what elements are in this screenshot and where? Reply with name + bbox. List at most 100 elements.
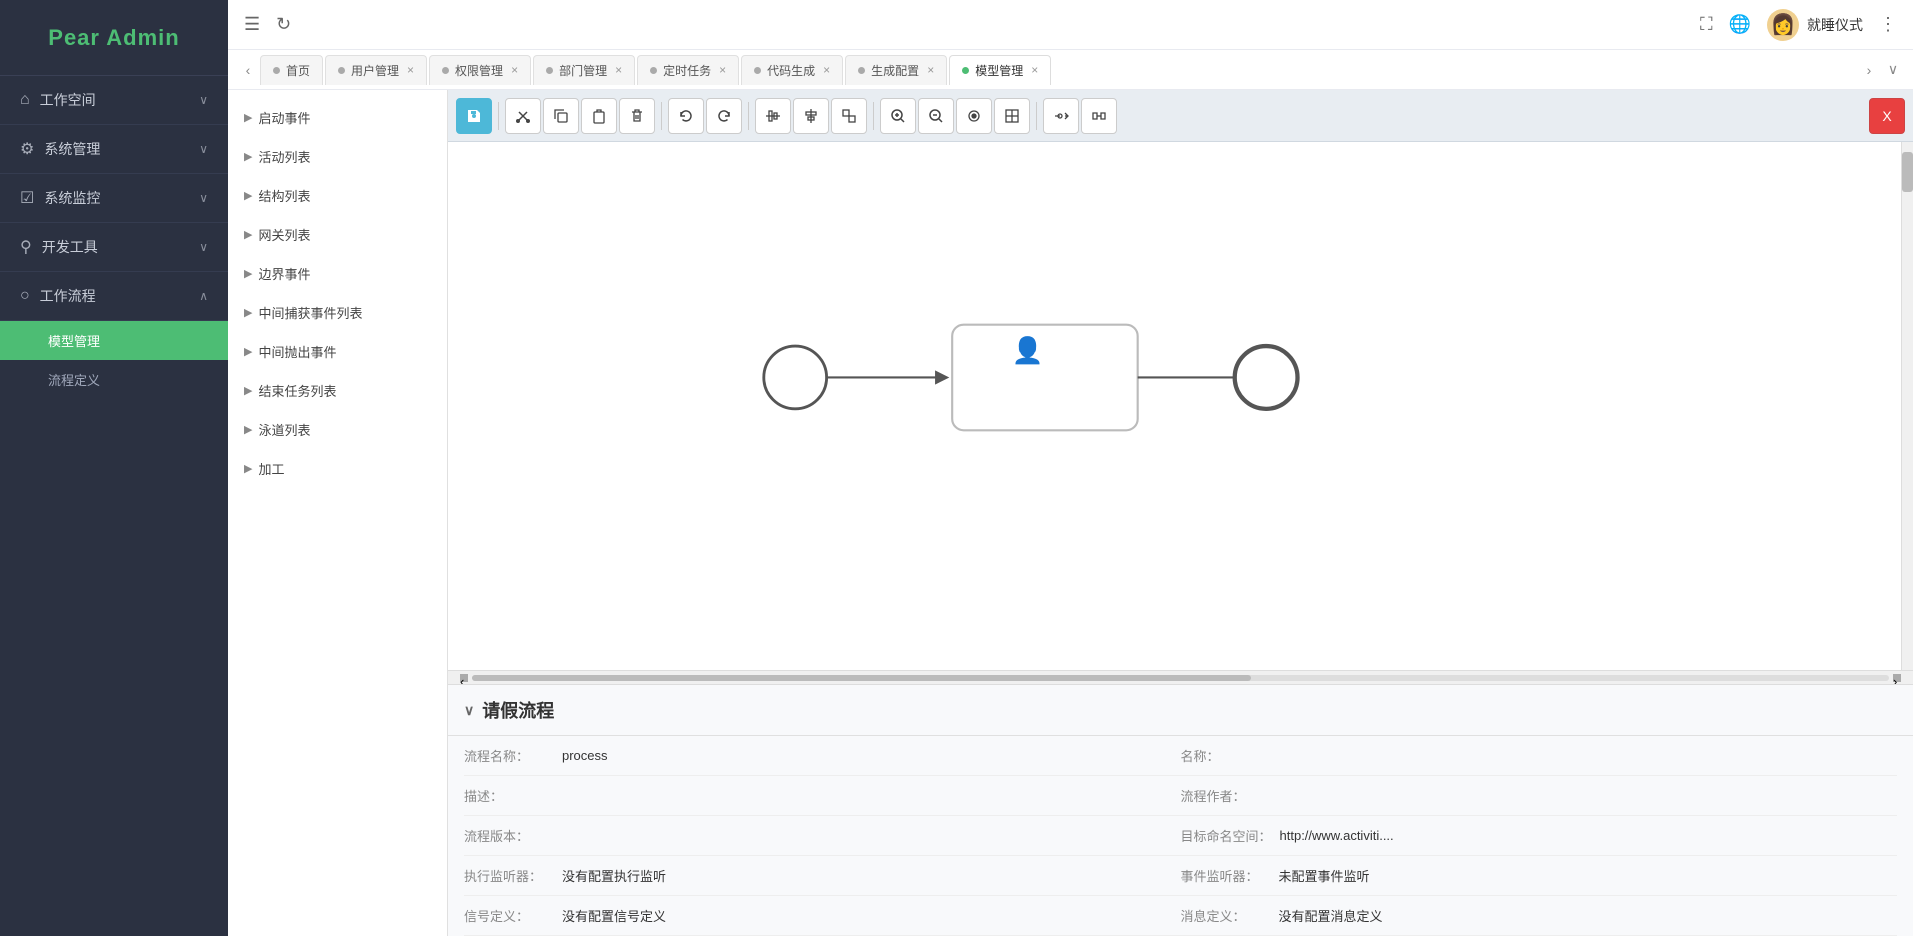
props-value-eventlistener: 未配置事件监听 bbox=[1279, 866, 1370, 885]
element-start-event[interactable]: ▶ 启动事件 bbox=[228, 98, 447, 137]
close-button[interactable]: X bbox=[1869, 98, 1905, 134]
zoom-in-button[interactable] bbox=[880, 98, 916, 134]
sidebar-item-sys-mgmt[interactable]: ⚙ 系统管理 ∨ bbox=[0, 125, 228, 174]
sep5 bbox=[1036, 102, 1037, 130]
props-label-title: 名称： bbox=[1181, 746, 1271, 765]
props-label-eventlistener: 事件监听器： bbox=[1181, 866, 1271, 885]
sidebar-item-workspace[interactable]: ⌂ 工作空间 ∨ bbox=[0, 76, 228, 125]
toolbar: X bbox=[448, 90, 1913, 142]
hscroll-thumb[interactable] bbox=[472, 675, 1251, 681]
element-structure-list[interactable]: ▶ 结构列表 bbox=[228, 176, 447, 215]
sys-mgmt-label: 系统管理 bbox=[44, 139, 100, 159]
undo-button[interactable] bbox=[668, 98, 704, 134]
props-label-message: 消息定义： bbox=[1181, 906, 1271, 925]
workspace-chevron: ∨ bbox=[199, 93, 208, 107]
paste-button[interactable] bbox=[581, 98, 617, 134]
diagram-svg: 👤 bbox=[448, 142, 1913, 670]
tab-dot-perm bbox=[442, 67, 449, 74]
flow2-button[interactable] bbox=[1081, 98, 1117, 134]
sep2 bbox=[661, 102, 662, 130]
refresh-icon[interactable]: ↻ bbox=[276, 14, 291, 35]
tab-dept-label: 部门管理 bbox=[559, 62, 607, 79]
tab-close-dept[interactable]: × bbox=[615, 63, 622, 77]
tab-perm-mgmt[interactable]: 权限管理 × bbox=[429, 55, 531, 85]
tab-next-button[interactable]: › bbox=[1857, 50, 1881, 90]
align-h-button[interactable] bbox=[755, 98, 791, 134]
sidebar-item-model-mgmt[interactable]: 模型管理 bbox=[0, 321, 228, 360]
globe-icon[interactable]: 🌐 bbox=[1729, 14, 1751, 35]
tab-close-genconfig[interactable]: × bbox=[927, 63, 934, 77]
element-gateway-list[interactable]: ▶ 网关列表 bbox=[228, 215, 447, 254]
tab-more-button[interactable]: ∨ bbox=[1881, 50, 1905, 90]
tab-codegen[interactable]: 代码生成 × bbox=[741, 55, 843, 85]
flow1-button[interactable] bbox=[1043, 98, 1079, 134]
tab-close-user[interactable]: × bbox=[407, 63, 414, 77]
end-event-shape[interactable] bbox=[1235, 346, 1298, 409]
tab-model-mgmt[interactable]: 模型管理 × bbox=[949, 55, 1051, 85]
fullscreen-icon[interactable]: ⛶ bbox=[1700, 14, 1713, 35]
tab-close-perm[interactable]: × bbox=[511, 63, 518, 77]
user-avatar-area[interactable]: 👩 就睡仪式 bbox=[1767, 9, 1863, 41]
workflow-chevron: ∧ bbox=[199, 289, 208, 303]
tab-home-label: 首页 bbox=[286, 62, 310, 79]
right-panel: X bbox=[448, 90, 1913, 936]
tab-close-model[interactable]: × bbox=[1031, 63, 1038, 77]
delete-button[interactable] bbox=[619, 98, 655, 134]
hscroll-left[interactable]: ‹ bbox=[460, 674, 468, 682]
element-arrow-structure: ▶ bbox=[244, 189, 252, 202]
element-end-task-list[interactable]: ▶ 结束任务列表 bbox=[228, 371, 447, 410]
tab-close-codegen[interactable]: × bbox=[823, 63, 830, 77]
dev-tools-chevron: ∨ bbox=[199, 240, 208, 254]
redo-button[interactable] bbox=[706, 98, 742, 134]
diagram-canvas[interactable]: 👤 bbox=[448, 142, 1913, 670]
tab-user-mgmt[interactable]: 用户管理 × bbox=[325, 55, 427, 85]
more-menu-icon[interactable]: ⋮ bbox=[1879, 14, 1897, 35]
sys-monitor-label: 系统监控 bbox=[44, 188, 100, 208]
hscroll[interactable]: ‹ › bbox=[448, 670, 1913, 684]
props-row-desc: 描述： bbox=[464, 776, 1181, 816]
tab-codegen-label: 代码生成 bbox=[767, 62, 815, 79]
start-event-shape[interactable] bbox=[764, 346, 827, 409]
main-content: ☰ ↻ ⛶ 🌐 👩 就睡仪式 ⋮ ‹ 首页 用户管理 bbox=[228, 0, 1913, 936]
sidebar-item-sys-monitor[interactable]: ☑ 系统监控 ∨ bbox=[0, 174, 228, 223]
cut-button[interactable] bbox=[505, 98, 541, 134]
sidebar-item-workflow[interactable]: ○ 工作流程 ∧ bbox=[0, 272, 228, 321]
element-activity-list[interactable]: ▶ 活动列表 bbox=[228, 137, 447, 176]
tab-dot-home bbox=[273, 67, 280, 74]
element-lane-list[interactable]: ▶ 泳道列表 bbox=[228, 410, 447, 449]
props-section-title: 请假流程 bbox=[482, 697, 554, 723]
save-button[interactable] bbox=[456, 98, 492, 134]
sidebar-item-flow-def[interactable]: 流程定义 bbox=[0, 360, 228, 399]
zoom-out-button[interactable] bbox=[918, 98, 954, 134]
properties-panel: ∨ 请假流程 流程名称： process 名称： bbox=[448, 684, 1913, 936]
sep4 bbox=[873, 102, 874, 130]
copy-button[interactable] bbox=[543, 98, 579, 134]
element-process[interactable]: ▶ 加工 bbox=[228, 449, 447, 488]
menu-toggle-icon[interactable]: ☰ bbox=[244, 14, 260, 35]
tab-home[interactable]: 首页 bbox=[260, 55, 323, 85]
sidebar-item-dev-tools[interactable]: ⚲ 开发工具 ∨ bbox=[0, 223, 228, 272]
tab-dot-user bbox=[338, 67, 345, 74]
hscroll-right[interactable]: › bbox=[1893, 674, 1901, 682]
props-grid: 流程名称： process 名称： 描述： 流 bbox=[448, 736, 1913, 936]
props-row-version: 流程版本： bbox=[464, 816, 1181, 856]
tab-close-sched[interactable]: × bbox=[719, 63, 726, 77]
tab-scheduled[interactable]: 定时任务 × bbox=[637, 55, 739, 85]
tab-gen-config[interactable]: 生成配置 × bbox=[845, 55, 947, 85]
element-boundary-event[interactable]: ▶ 边界事件 bbox=[228, 254, 447, 293]
task-node[interactable] bbox=[952, 325, 1138, 431]
props-row-namespace: 目标命名空间： http://www.activiti.... bbox=[1181, 816, 1898, 856]
element-arrow-end: ▶ bbox=[244, 384, 252, 397]
props-label-execlistener: 执行监听器： bbox=[464, 866, 554, 885]
zoom-actual-button[interactable] bbox=[994, 98, 1030, 134]
align-v-button[interactable] bbox=[793, 98, 829, 134]
element-catch-event-list[interactable]: ▶ 中间捕获事件列表 bbox=[228, 293, 447, 332]
tab-dept-mgmt[interactable]: 部门管理 × bbox=[533, 55, 635, 85]
element-arrow-throw: ▶ bbox=[244, 345, 252, 358]
props-value-execlistener: 没有配置执行监听 bbox=[562, 866, 666, 885]
tab-prev-button[interactable]: ‹ bbox=[236, 50, 260, 90]
resize-button[interactable] bbox=[831, 98, 867, 134]
workspace-icon: ⌂ bbox=[20, 91, 30, 109]
zoom-fit-button[interactable] bbox=[956, 98, 992, 134]
element-throw-event[interactable]: ▶ 中间抛出事件 bbox=[228, 332, 447, 371]
